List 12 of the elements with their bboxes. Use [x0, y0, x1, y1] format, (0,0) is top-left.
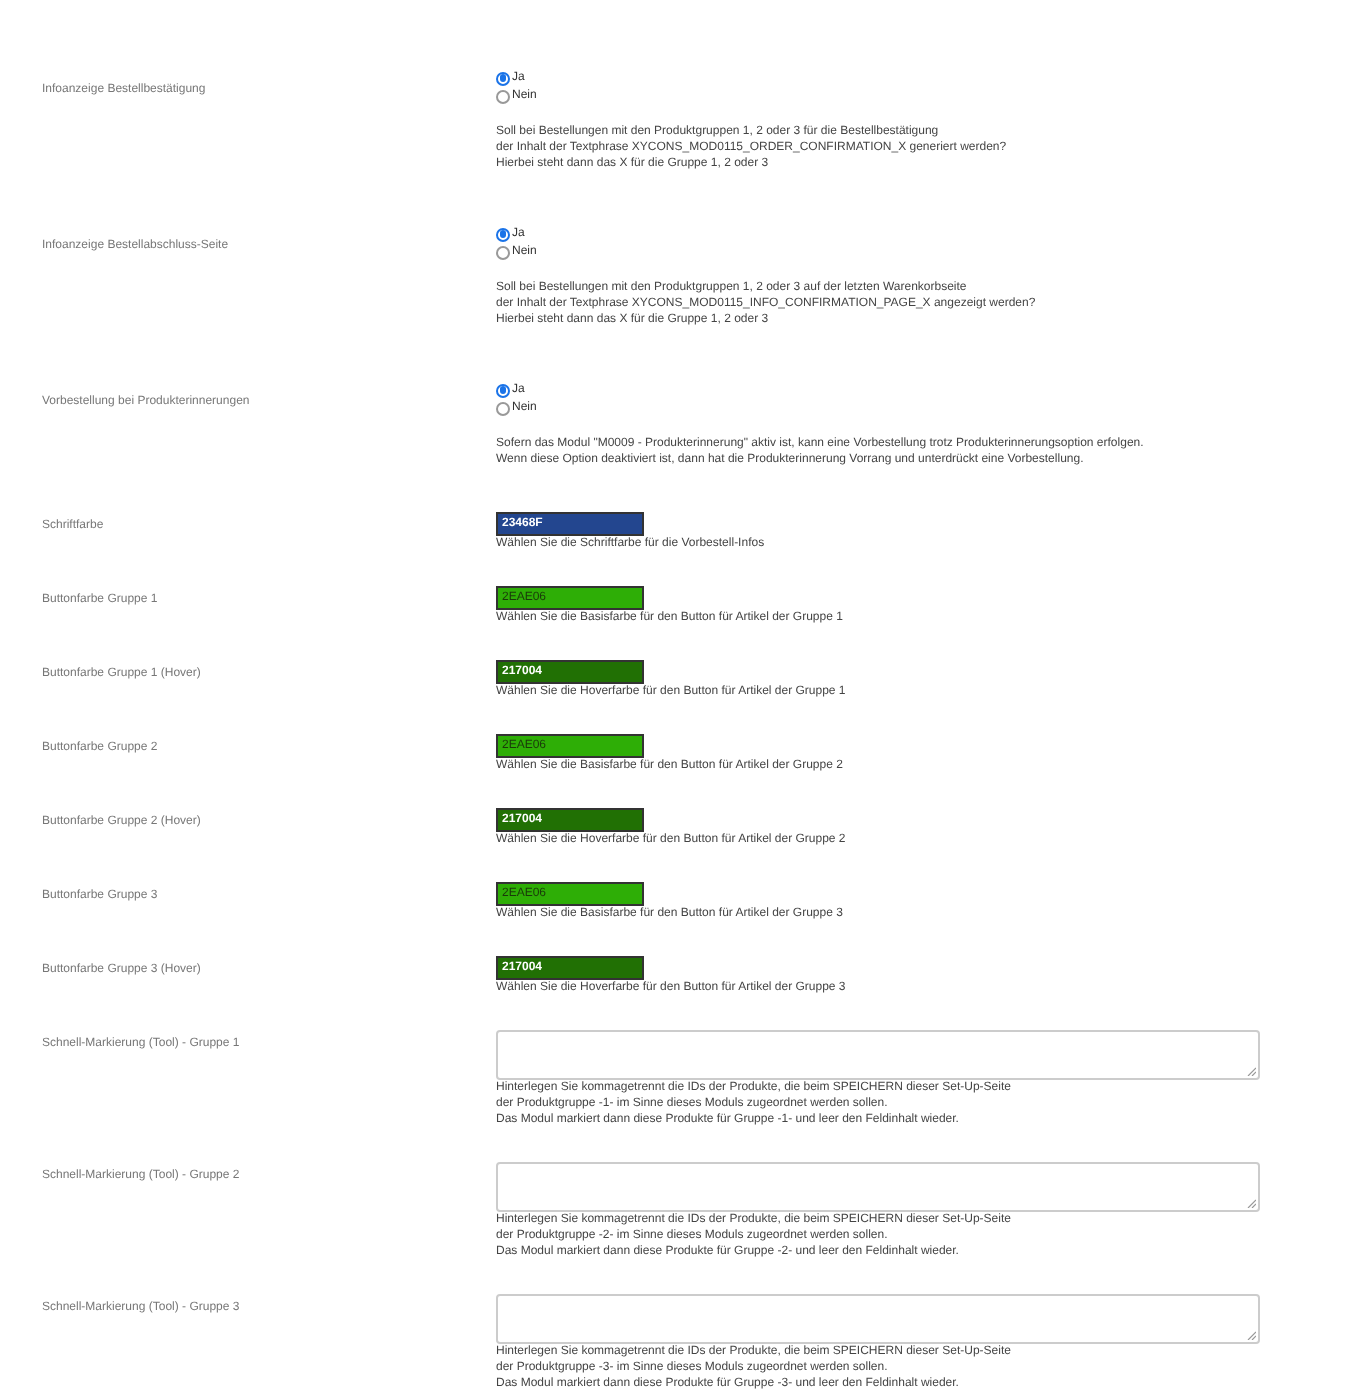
radio-button[interactable]: [496, 89, 510, 103]
text-area[interactable]: [496, 1294, 1260, 1344]
text-area[interactable]: [496, 1162, 1260, 1212]
resize-handle-icon: [1246, 1066, 1256, 1076]
radio-button[interactable]: [496, 383, 510, 397]
radio-button[interactable]: [496, 401, 510, 415]
radio-button[interactable]: [496, 227, 510, 241]
text-area[interactable]: [496, 1030, 1260, 1080]
radio-button[interactable]: [496, 245, 510, 259]
radio-button[interactable]: [496, 71, 510, 85]
resize-handle-icon: [1246, 1198, 1256, 1208]
resize-handle-icon: [1246, 1330, 1256, 1340]
